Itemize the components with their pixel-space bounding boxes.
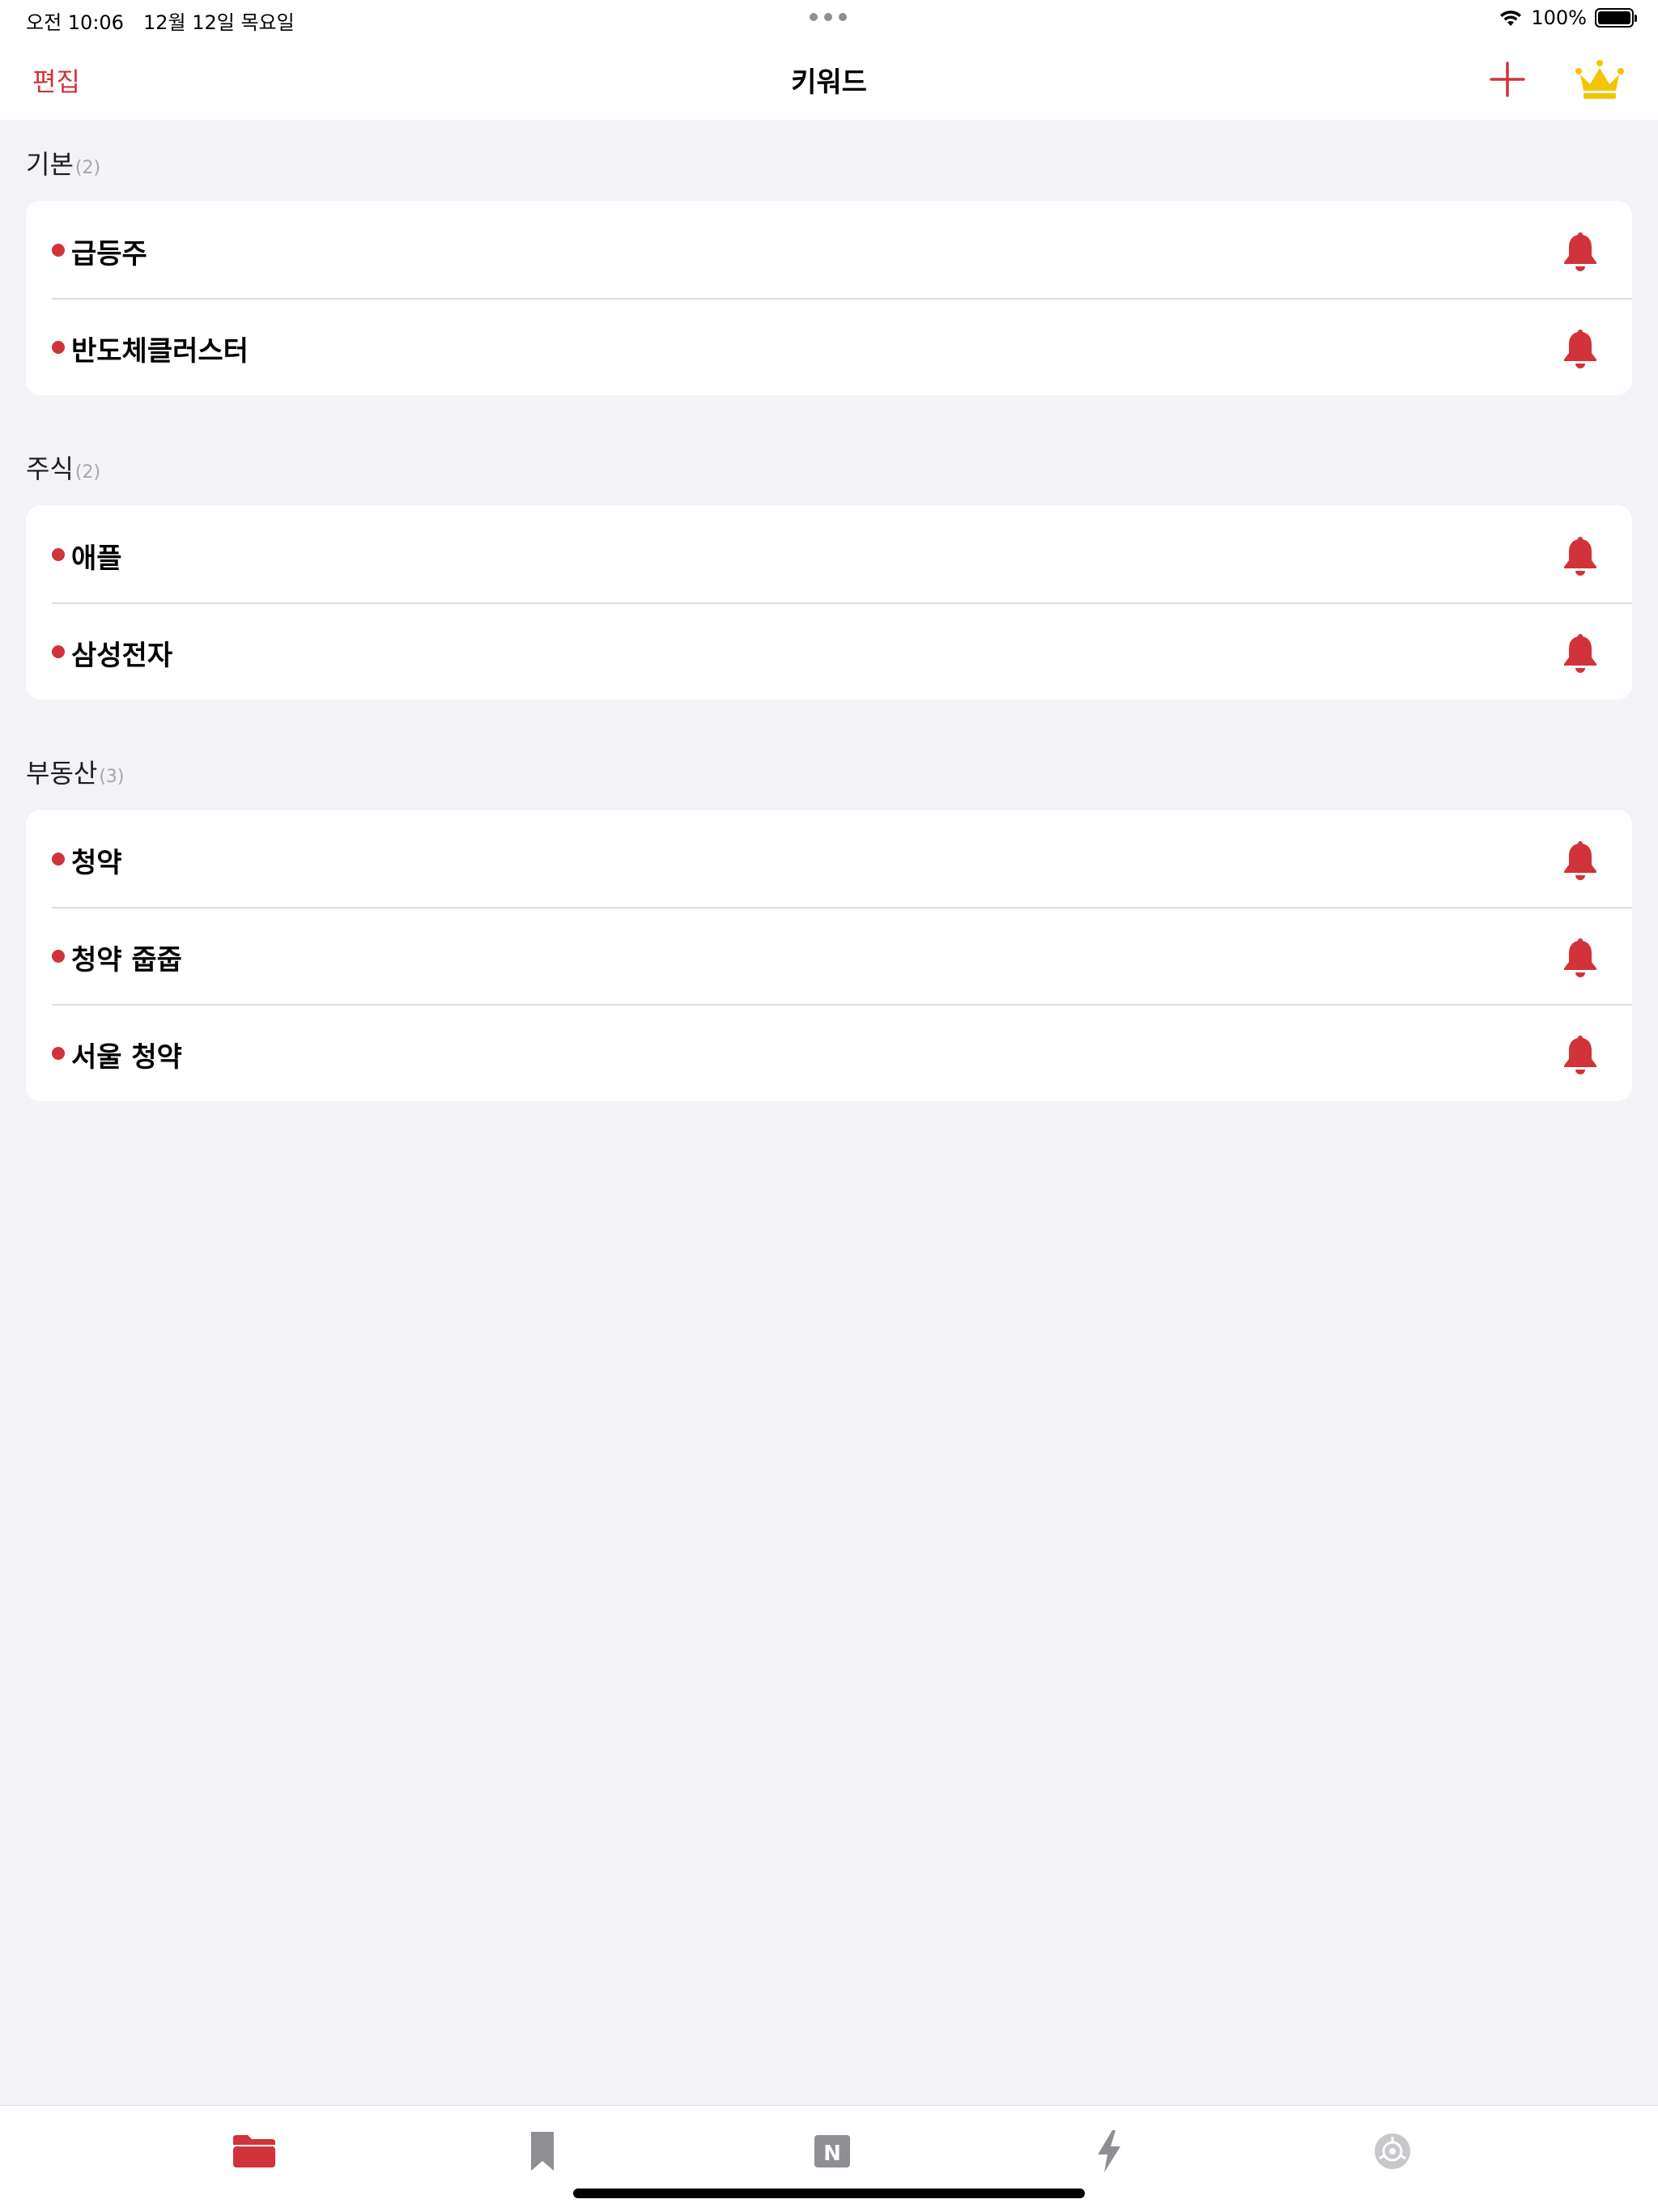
status-time: 오전 10:06	[26, 11, 124, 34]
section-count: (3)	[99, 767, 125, 787]
section-title: 기본	[26, 149, 74, 180]
section-count: (2)	[74, 462, 101, 483]
keyword-label: 삼성전자	[71, 640, 173, 672]
bell-icon[interactable]	[1561, 839, 1600, 881]
keyword-label: 청약 줍줍	[71, 944, 182, 976]
bell-icon[interactable]	[1561, 936, 1600, 978]
keyword-row[interactable]: 청약 줍줍	[26, 907, 1632, 1004]
section-header-stocks: 주식(2)	[26, 449, 100, 486]
unread-dot-icon	[52, 1047, 65, 1060]
settings-gear-icon[interactable]	[1368, 2127, 1417, 2176]
unread-dot-icon	[52, 244, 65, 257]
bell-icon[interactable]	[1561, 534, 1600, 576]
multitasking-dots[interactable]	[810, 13, 847, 21]
battery-fill	[1598, 11, 1630, 24]
keyword-label: 청약	[71, 847, 122, 879]
unread-dot-icon	[52, 341, 65, 354]
keywords-screen: 오전 10:06 12월 12일 목요일 100% 편집 키워드 기본(2) 급…	[0, 0, 1658, 2212]
battery-nub	[1635, 15, 1637, 22]
dot-2	[824, 13, 832, 21]
unread-dot-icon	[52, 645, 65, 658]
keyword-label: 반도체클러스터	[71, 335, 249, 368]
status-bar: 오전 10:06 12월 12일 목요일 100%	[0, 0, 1658, 39]
news-n-icon[interactable]: N	[808, 2127, 857, 2176]
bookmark-icon[interactable]	[518, 2127, 567, 2176]
folder-icon[interactable]	[230, 2127, 278, 2176]
navigation-bar: 편집 키워드	[0, 39, 1658, 120]
status-right: 100%	[1499, 6, 1637, 29]
battery-icon	[1595, 8, 1637, 28]
keyword-label: 서울 청약	[71, 1041, 182, 1074]
section-title: 부동산	[26, 758, 98, 789]
plus-icon[interactable]	[1486, 58, 1528, 100]
keyword-group-stocks: 애플 삼성전자	[26, 505, 1632, 700]
dot-1	[810, 13, 818, 21]
unread-dot-icon	[52, 853, 65, 866]
page-title: 키워드	[791, 66, 867, 99]
keyword-row[interactable]: 애플	[26, 505, 1632, 602]
section-header-basic: 기본(2)	[26, 144, 100, 181]
keyword-label: 급등주	[71, 238, 147, 270]
bell-icon[interactable]	[1561, 1033, 1600, 1075]
keyword-row[interactable]: 서울 청약	[26, 1004, 1632, 1101]
keyword-group-basic: 급등주 반도체클러스터	[26, 201, 1632, 395]
bell-icon[interactable]	[1561, 230, 1600, 272]
dot-3	[839, 13, 847, 21]
home-indicator[interactable]	[573, 2189, 1085, 2198]
keyword-row[interactable]: 반도체클러스터	[26, 298, 1632, 395]
keyword-row[interactable]: 급등주	[26, 201, 1632, 298]
keyword-row[interactable]: 청약	[26, 810, 1632, 907]
bell-icon[interactable]	[1561, 632, 1600, 674]
crown-icon[interactable]	[1575, 58, 1624, 100]
battery-percent: 100%	[1531, 6, 1587, 29]
bell-icon[interactable]	[1561, 327, 1600, 369]
section-count: (2)	[74, 158, 101, 178]
section-header-real-estate: 부동산(3)	[26, 753, 125, 790]
unread-dot-icon	[52, 950, 65, 963]
keyword-group-real-estate: 청약 청약 줍줍 서울 청약	[26, 810, 1632, 1101]
keyword-row[interactable]: 삼성전자	[26, 602, 1632, 700]
bolt-icon[interactable]	[1085, 2127, 1133, 2176]
status-date: 12월 12일 목요일	[142, 11, 295, 34]
wifi-icon	[1500, 11, 1522, 26]
unread-dot-icon	[52, 548, 65, 561]
keyword-label: 애플	[71, 542, 122, 575]
news-n-glyph: N	[823, 2142, 841, 2166]
section-title: 주식	[26, 453, 74, 484]
status-left: 오전 10:06 12월 12일 목요일	[26, 6, 295, 35]
